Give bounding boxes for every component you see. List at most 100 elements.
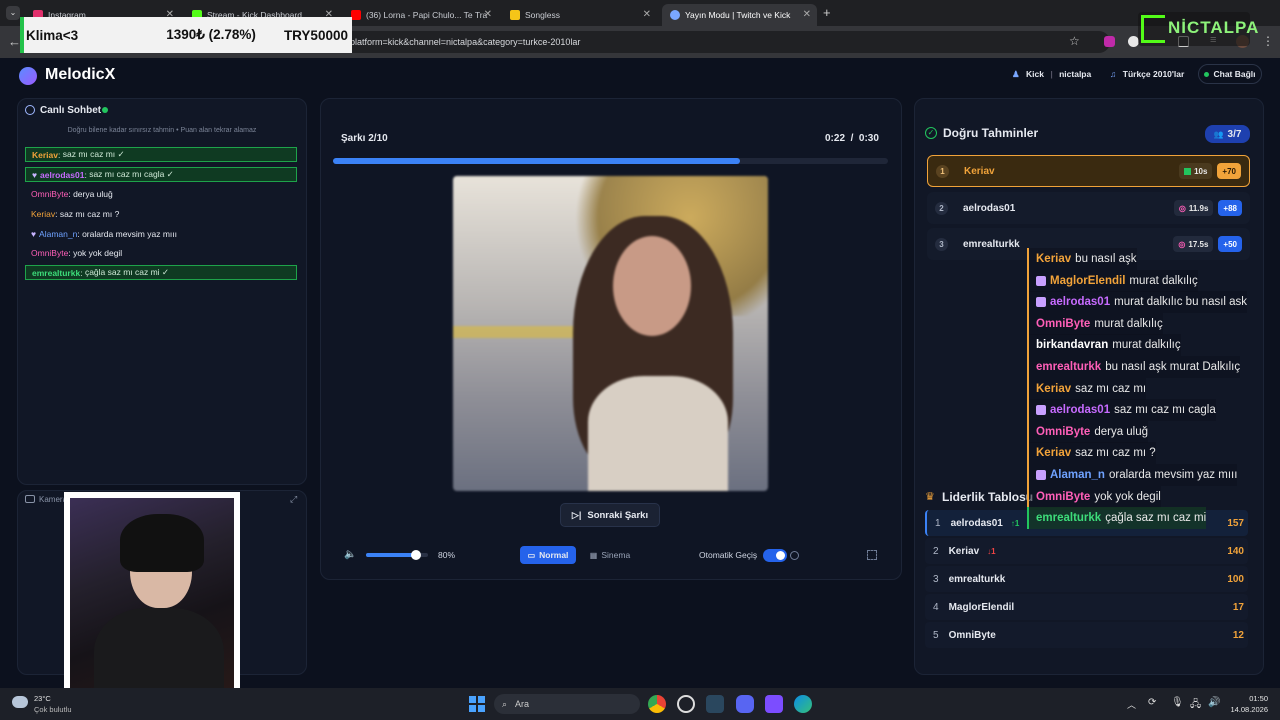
leaderboard-row: 5 OmniByte 12	[925, 622, 1248, 648]
cover-stripe	[453, 326, 593, 338]
lb-rank: 2	[933, 545, 939, 557]
close-icon[interactable]: ✕	[643, 9, 651, 20]
mode-cinema-button[interactable]: ▦ Sinema	[582, 546, 638, 564]
taskbar	[0, 688, 1280, 720]
next-song-label: Sonraki Şarkı	[587, 509, 649, 521]
edge-icon[interactable]	[794, 695, 812, 713]
volume-knob[interactable]	[410, 550, 421, 560]
chat-status-text: Chat Bağlı	[1213, 69, 1256, 79]
sub-badge-icon	[1036, 297, 1046, 308]
taskbar-search[interactable]: ⌕ Ara	[494, 694, 640, 714]
points-badge: +70	[1217, 163, 1241, 179]
chat-text: derya uluğ	[73, 188, 113, 199]
overlay-chat-user: aelrodas01	[1050, 296, 1111, 309]
lb-score: 157	[1227, 517, 1244, 529]
windows-start-icon[interactable]	[469, 696, 485, 712]
overlay-chat-text: murat dalkılıç	[1094, 317, 1163, 330]
volume-slider[interactable]	[366, 550, 428, 560]
prediction-row: 2 aelrodas01 ◎ 11.9s +88	[927, 192, 1250, 224]
lb-rank: 1	[935, 517, 941, 529]
crown-icon: ♛	[925, 491, 935, 503]
volume-icon[interactable]: 🔈	[344, 549, 356, 560]
overlay-chat-user: OmniByte	[1036, 490, 1091, 503]
sub-badge-icon	[1036, 275, 1046, 286]
tab-youtube[interactable]: (36) Lorna - Papi Chulo... Te Tra ✕	[343, 4, 498, 26]
lb-name: aelrodas01	[950, 517, 1003, 529]
lb-name: emrealturkk	[948, 573, 1006, 585]
overlay-chat-message: birkandavran murat dalkılıç	[1027, 334, 1181, 357]
tab-label: (36) Lorna - Papi Chulo... Te Tra	[366, 10, 488, 20]
film-icon: ▦	[589, 550, 598, 560]
overlay-chat-text: murat dalkılıç	[1112, 339, 1181, 352]
close-icon[interactable]: ✕	[803, 9, 811, 20]
leaderboard-title: Liderlik Tablosu	[942, 490, 1034, 504]
overlay-chat-text: oralarda mevsim yaz mııı	[1108, 469, 1238, 481]
overlay-chat-message: emrealturkk bu nasıl aşk murat Dalkılıç	[1027, 356, 1241, 378]
overlay-chat-text: saz mı caz mı ?	[1075, 447, 1156, 460]
expand-icon[interactable]: ⤢	[290, 494, 297, 505]
tab-label: Yayın Modu | Twitch ve Kick	[685, 10, 791, 20]
users-icon: 👥	[1213, 129, 1224, 139]
tab-yayin-modu[interactable]: Yayın Modu | Twitch ve Kick ✕	[662, 4, 817, 26]
overlay-chat-text: bu nasıl aşk	[1075, 253, 1137, 265]
person-hair	[120, 514, 204, 572]
tab-songless[interactable]: Songless ✕	[502, 4, 657, 26]
category-info: ♫ Türkçe 2010'lar	[1110, 69, 1184, 79]
steam-icon[interactable]	[706, 695, 724, 713]
skip-icon: ▷|	[571, 509, 582, 520]
points-badge: +50	[1218, 236, 1242, 252]
overlay-chat-message: Keriav saz mı caz mı	[1027, 377, 1147, 400]
stream-ticker: Klima<3 1390₺ (2.78%) TRY50000	[20, 17, 352, 53]
overlay-chat-message: Keriav saz mı caz mı ?	[1027, 442, 1156, 465]
speaker-icon[interactable]: 🔊	[1208, 697, 1220, 708]
overlay-chat-user: emrealturkk	[1036, 361, 1102, 373]
clock-date[interactable]: 14.08.2026	[1224, 705, 1268, 714]
chevron-up-icon[interactable]: ︿	[1127, 698, 1136, 711]
obs-icon[interactable]	[765, 695, 783, 713]
chrome-icon[interactable]	[648, 695, 666, 713]
chat-message: emrealturkk: çağla saz mı caz mi ✓	[25, 265, 297, 280]
chat-status-badge: Chat Bağlı	[1198, 64, 1262, 84]
chat-message: Keriav: saz mı caz mı ✓	[25, 147, 297, 162]
app-icon[interactable]	[677, 695, 695, 713]
prediction-time: 10s	[1194, 166, 1208, 176]
ticker-left: Klima<3	[26, 27, 79, 43]
chat-text: saz mı caz mı ✓	[62, 149, 125, 159]
watermark-text: NİCTALPA	[1168, 18, 1260, 37]
lb-score: 12	[1232, 629, 1244, 641]
start-tile	[469, 704, 477, 712]
tab-search-button[interactable]: ⌄	[6, 6, 20, 20]
time-badge: ◎ 11.9s	[1173, 200, 1214, 216]
chat-user: OmniByte	[31, 188, 69, 199]
lb-rank: 4	[933, 601, 939, 613]
extension-icon[interactable]	[1104, 36, 1115, 47]
chat-message: ♥ Alaman_n: oralarda mevsim yaz mııı	[25, 226, 177, 241]
mode-normal-button[interactable]: ▭ Normal	[520, 546, 576, 564]
prediction-time: 11.9s	[1188, 203, 1209, 213]
new-tab-button[interactable]: +	[823, 5, 831, 20]
prediction-row: 1 Keriav 10s +70	[927, 155, 1250, 187]
progress-fill	[333, 158, 740, 164]
overlay-chat-user: MaglorElendil	[1050, 274, 1126, 287]
auto-advance-toggle[interactable]	[763, 549, 787, 562]
network-icon[interactable]: 🖧	[1190, 697, 1201, 714]
close-icon[interactable]: ✕	[484, 9, 492, 20]
mic-icon[interactable]: 🎙	[1171, 697, 1184, 708]
url-text: platform=kick&channel=nictalpa&category=…	[350, 37, 581, 47]
clock-time[interactable]: 01:50	[1232, 694, 1268, 703]
sync-icon[interactable]: ⟳	[1148, 697, 1156, 708]
overlay-chat-user: Keriav	[1036, 447, 1072, 460]
fullscreen-icon[interactable]	[867, 550, 877, 560]
auto-advance-label: Otomatik Geçiş	[699, 550, 758, 560]
chat-text: yok yok degil	[73, 247, 123, 258]
menu-icon[interactable]: ⋮	[1262, 34, 1274, 48]
start-tile	[477, 696, 485, 704]
points-badge: +88	[1218, 200, 1242, 216]
next-song-button[interactable]: ▷| Sonraki Şarkı	[560, 503, 660, 527]
separator: |	[1050, 69, 1053, 79]
discord-icon[interactable]	[736, 695, 754, 713]
overlay-chat-user: Keriav	[1036, 253, 1072, 265]
cover-face	[613, 236, 691, 336]
info-icon[interactable]	[790, 551, 799, 560]
target-icon: ◎	[1178, 239, 1186, 249]
